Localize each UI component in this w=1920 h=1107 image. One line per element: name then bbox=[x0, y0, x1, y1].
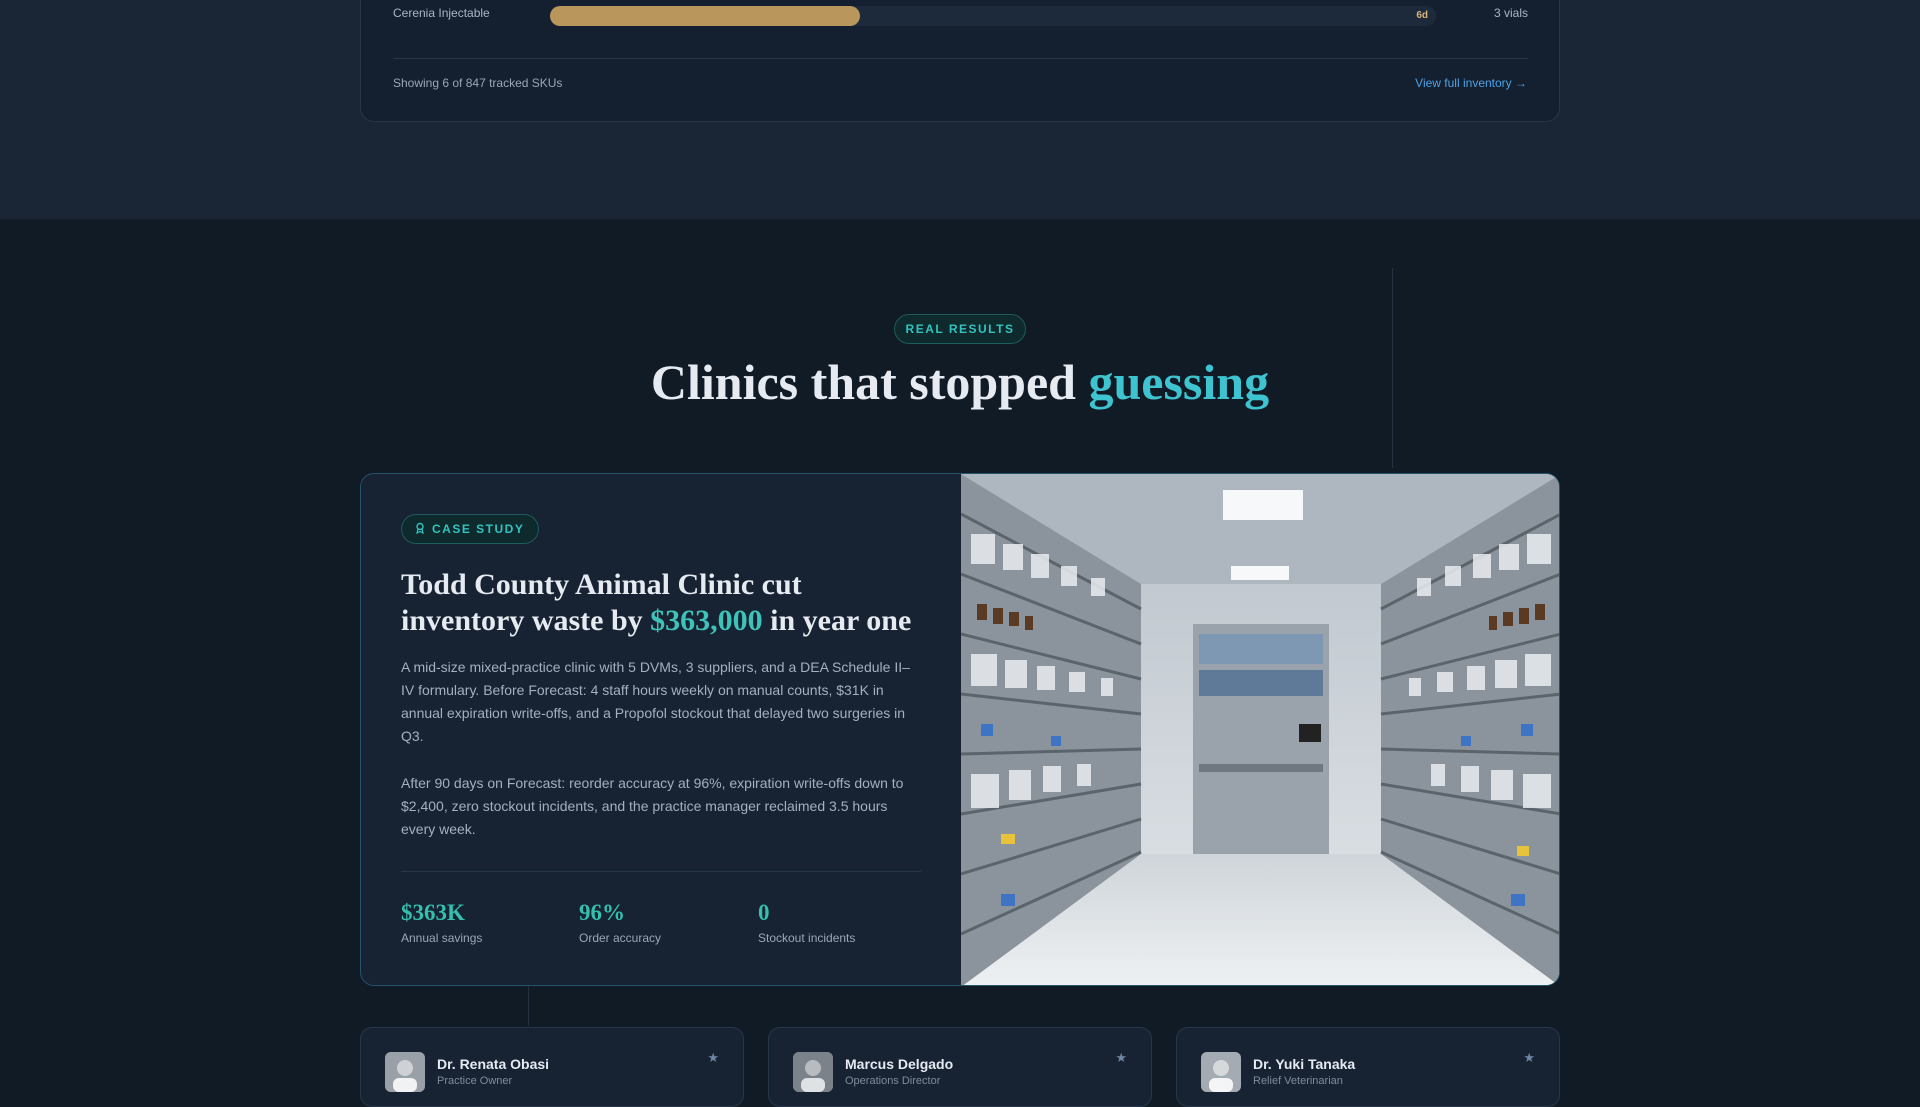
stat-label: Order accuracy bbox=[579, 931, 662, 945]
stock-level-bar: 6d bbox=[550, 6, 1436, 26]
stat-order-accuracy: 96% Order accuracy bbox=[579, 900, 661, 945]
heading-accent: guessing bbox=[1088, 354, 1270, 410]
view-full-inventory-link[interactable]: View full inventory → bbox=[1415, 76, 1527, 90]
pharmacy-storage-photo bbox=[961, 474, 1559, 985]
inventory-row: Cerenia Injectable 6d 3 vials bbox=[393, 1, 1528, 27]
decorative-line bbox=[528, 986, 529, 1026]
star-icon: ★ bbox=[1523, 1050, 1535, 1065]
stat-annual-savings: $363K Annual savings bbox=[401, 900, 482, 945]
divider bbox=[401, 871, 921, 872]
testimonial-card: Marcus Delgado Operations Director ★ bbox=[768, 1027, 1152, 1107]
inventory-quantity: 3 vials bbox=[1493, 6, 1528, 20]
inventory-card: Cerenia Injectable 6d 3 vials Showing 6 … bbox=[360, 0, 1560, 122]
inventory-count-text: Showing 6 of 847 tracked SKUs bbox=[393, 76, 563, 90]
stat-label: Stockout incidents bbox=[758, 931, 856, 945]
testimonial-card: Dr. Renata Obasi Practice Owner ★ bbox=[360, 1027, 744, 1107]
case-study-title: Todd County Animal Clinic cut inventory … bbox=[401, 567, 931, 639]
case-study-content: CASE STUDY Todd County Animal Clinic cut… bbox=[361, 474, 961, 985]
award-icon bbox=[414, 522, 426, 537]
testimonial-name: Dr. Yuki Tanaka bbox=[1253, 1056, 1356, 1072]
testimonial-role: Practice Owner bbox=[437, 1075, 513, 1087]
section-eyebrow-pill: REAL RESULTS bbox=[894, 314, 1026, 344]
case-study-badge: CASE STUDY bbox=[401, 514, 540, 544]
stat-value: 96% bbox=[579, 900, 625, 925]
stat-label: Annual savings bbox=[401, 931, 483, 945]
avatar bbox=[385, 1052, 425, 1092]
case-study-badge-label: CASE STUDY bbox=[432, 522, 525, 536]
stat-value: 0 bbox=[758, 900, 770, 925]
heading-text: Clinics that stopped bbox=[650, 354, 1089, 410]
case-title-amount: $363,000 bbox=[650, 604, 763, 637]
inventory-item-name: Cerenia Injectable bbox=[393, 6, 490, 20]
star-icon: ★ bbox=[1115, 1050, 1127, 1065]
testimonial-card: Dr. Yuki Tanaka Relief Veterinarian ★ bbox=[1176, 1027, 1560, 1107]
avatar bbox=[793, 1052, 833, 1092]
days-remaining: 6d bbox=[1416, 10, 1428, 21]
avatar bbox=[1201, 1052, 1241, 1092]
section-heading: Clinics that stopped guessing bbox=[0, 353, 1920, 411]
stock-level-fill bbox=[550, 6, 861, 26]
testimonial-role: Operations Director bbox=[845, 1075, 941, 1087]
case-title-part2: in year one bbox=[762, 604, 912, 637]
case-study-card: CASE STUDY Todd County Animal Clinic cut… bbox=[360, 473, 1560, 986]
case-study-before-paragraph: A mid-size mixed-practice clinic with 5 … bbox=[401, 659, 910, 744]
star-icon: ★ bbox=[707, 1050, 719, 1065]
testimonial-name: Dr. Renata Obasi bbox=[437, 1056, 550, 1072]
stat-stockout-incidents: 0 Stockout incidents bbox=[758, 900, 855, 945]
divider bbox=[393, 58, 1528, 59]
testimonial-name: Marcus Delgado bbox=[845, 1056, 954, 1072]
stat-value: $363K bbox=[401, 900, 465, 925]
testimonial-role: Relief Veterinarian bbox=[1253, 1075, 1343, 1087]
case-study-after-paragraph: After 90 days on Forecast: reorder accur… bbox=[401, 775, 904, 837]
